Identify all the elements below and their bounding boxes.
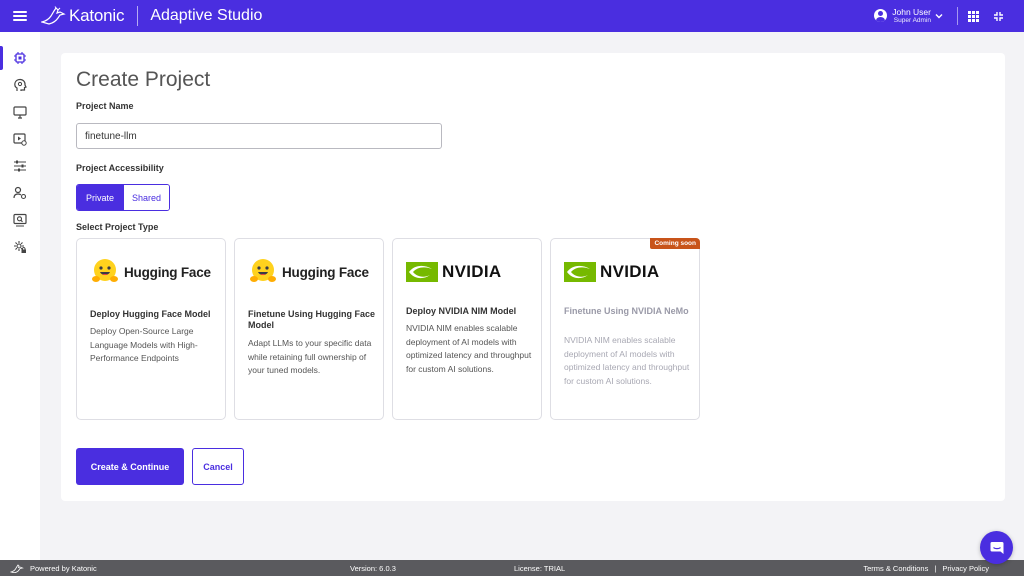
user-settings-icon	[13, 186, 27, 200]
katonic-logo-icon	[10, 563, 24, 573]
collapse-icon[interactable]	[993, 11, 1004, 22]
sidebar	[0, 32, 40, 560]
private-option[interactable]: Private	[77, 185, 124, 210]
nvidia-logo-text: NVIDIA	[600, 262, 660, 281]
shared-option[interactable]: Shared	[123, 185, 170, 210]
hugging-face-icon	[250, 259, 276, 282]
project-type-card-finetune-nemo: Coming soon NVIDIA Finetune Using NVIDIA…	[550, 238, 700, 420]
apps-grid-icon[interactable]	[968, 10, 979, 22]
project-type-card-deploy-nim[interactable]: NVIDIA Deploy NVIDIA NIM Model NVIDIA NI…	[392, 238, 542, 420]
sidebar-item-brain[interactable]	[0, 73, 40, 97]
sidebar-item-chip[interactable]	[0, 46, 40, 70]
sidebar-item-sliders[interactable]	[0, 154, 40, 178]
screen-search-icon	[13, 213, 27, 227]
nvidia-logo: NVIDIA	[406, 257, 501, 287]
user-role: Super Admin	[893, 16, 931, 24]
card-title: Finetune Using Hugging Face Model	[248, 309, 376, 331]
project-type-card-deploy-hf[interactable]: Hugging Face Deploy Hugging Face Model D…	[76, 238, 226, 420]
nvidia-logo-text: NVIDIA	[442, 262, 502, 281]
chip-icon	[14, 52, 26, 64]
hugging-face-logo-text: Hugging Face	[124, 264, 211, 280]
top-divider	[957, 7, 958, 25]
katonic-logo-icon	[41, 6, 66, 25]
user-menu[interactable]: John User Super Admin	[874, 6, 943, 25]
app-title: Adaptive Studio	[150, 7, 263, 24]
cancel-button[interactable]: Cancel	[192, 448, 244, 485]
nvidia-eye-icon	[406, 262, 438, 282]
hugging-face-logo: Hugging Face	[90, 257, 211, 287]
terms-link[interactable]: Terms & Conditions	[863, 564, 928, 573]
card-description: NVIDIA NIM enables scalable deployment o…	[406, 323, 532, 374]
top-bar: Katonic Adaptive Studio John User Super …	[0, 0, 1024, 32]
project-type-card-finetune-hf[interactable]: Hugging Face Finetune Using Hugging Face…	[234, 238, 384, 420]
sidebar-item-user-settings[interactable]	[0, 181, 40, 205]
create-continue-button[interactable]: Create & Continue	[76, 448, 184, 485]
version-text: Version: 6.0.3	[350, 563, 396, 573]
project-name-input[interactable]	[76, 123, 442, 149]
card-description: NVIDIA NIM enables scalable deployment o…	[564, 335, 690, 386]
nvidia-eye-icon	[564, 262, 596, 282]
footer-divider: |	[934, 563, 937, 573]
coming-soon-badge: Coming soon	[650, 238, 700, 249]
hugging-face-icon	[92, 259, 118, 282]
sidebar-item-monitor[interactable]	[0, 100, 40, 124]
page-title: Create Project	[76, 68, 211, 91]
chevron-down-icon	[935, 13, 943, 19]
sliders-icon	[14, 160, 26, 172]
nvidia-logo: NVIDIA	[564, 257, 659, 287]
monitor-icon	[13, 106, 27, 119]
license-text: License: TRIAL	[514, 563, 566, 573]
project-name-label: Project Name	[76, 101, 134, 111]
chat-support-button[interactable]	[980, 531, 1013, 564]
sidebar-item-screen-search[interactable]	[0, 208, 40, 232]
powered-by-text: Powered by Katonic	[30, 563, 97, 573]
accessibility-toggle: Private Shared	[76, 184, 171, 211]
project-type-label: Select Project Type	[76, 222, 159, 232]
brand-name: Katonic	[69, 6, 125, 25]
card-title: Deploy Hugging Face Model	[90, 309, 211, 319]
hamburger-menu-icon[interactable]	[13, 11, 27, 21]
card-title: Deploy NVIDIA NIM Model	[406, 306, 517, 316]
hugging-face-logo: Hugging Face	[248, 257, 369, 287]
header-divider	[137, 6, 139, 26]
sidebar-item-gear-lock[interactable]	[0, 235, 40, 259]
footer: Powered by Katonic Version: 6.0.3 Licens…	[0, 560, 1024, 576]
user-name: John User	[892, 6, 931, 17]
create-project-card: Create Project Project Name Project Acce…	[61, 53, 1005, 501]
card-description: Deploy Open-Source Large Language Models…	[90, 326, 198, 364]
brand[interactable]: Katonic	[41, 6, 125, 26]
card-description: Adapt LLMs to your specific data while r…	[248, 338, 372, 376]
hugging-face-logo-text: Hugging Face	[282, 264, 369, 280]
privacy-link[interactable]: Privacy Policy	[942, 564, 989, 573]
gear-lock-icon	[14, 241, 26, 253]
project-accessibility-label: Project Accessibility	[76, 163, 164, 173]
sidebar-item-video-settings[interactable]	[0, 127, 40, 151]
user-avatar-icon	[874, 9, 888, 23]
chat-icon	[990, 541, 1003, 554]
card-title: Finetune Using NVIDIA NeMo	[564, 306, 689, 316]
brain-icon	[14, 78, 27, 91]
video-settings-icon	[13, 133, 27, 146]
